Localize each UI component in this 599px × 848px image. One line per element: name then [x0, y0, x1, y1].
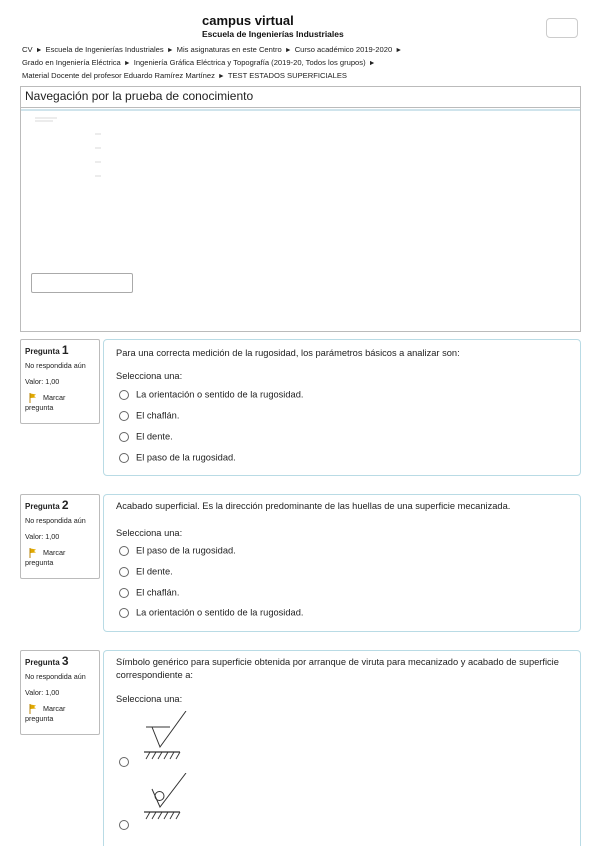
flag-icon [29, 704, 36, 714]
answer-option[interactable] [119, 754, 136, 768]
question-state: No respondida aún [25, 361, 86, 370]
flag-question-link[interactable]: Marcar pregunta [25, 393, 95, 413]
breadcrumb-separator-icon: ► [395, 47, 403, 54]
radio-button[interactable] [119, 389, 129, 400]
question-number: Pregunta 3 [25, 654, 69, 668]
answer-option[interactable] [119, 817, 136, 831]
answer-option[interactable]: El paso de la rugosidad. [119, 450, 236, 464]
radio-button[interactable] [119, 545, 129, 556]
answer-option[interactable]: El dente. [119, 564, 173, 578]
flag-question-link[interactable]: Marcar pregunta [25, 548, 95, 568]
question-info: Pregunta 2 No respondida aún Valor: 1,00… [20, 494, 100, 579]
divider [21, 109, 580, 111]
radio-button[interactable] [119, 410, 129, 421]
breadcrumb-link[interactable]: Grado en Ingeniería Eléctrica [22, 58, 121, 67]
select-prompt: Selecciona una: [116, 694, 183, 704]
finish-attempt-button[interactable] [31, 273, 133, 293]
answer-option[interactable]: La orientación o sentido de la rugosidad… [119, 605, 303, 619]
question-state: No respondida aún [25, 516, 86, 525]
question-grade: Valor: 1,00 [25, 377, 60, 386]
header-button[interactable] [546, 18, 578, 38]
quiz-navigation-title: Navegación por la prueba de conocimiento [25, 89, 254, 103]
question-info: Pregunta 3 No respondida aún Valor: 1,00… [20, 650, 100, 735]
quiz-navigation-block: Navegación por la prueba de conocimiento [20, 86, 581, 332]
radio-button[interactable] [119, 819, 129, 830]
breadcrumb-link[interactable]: CV [22, 45, 33, 54]
surface-symbol-machined-icon [144, 711, 187, 760]
question-state: No respondida aún [25, 672, 86, 681]
select-prompt: Selecciona una: [116, 528, 183, 538]
radio-button[interactable] [119, 452, 129, 463]
answer-option[interactable]: El paso de la rugosidad. [119, 543, 236, 557]
radio-button[interactable] [119, 566, 129, 577]
flag-question-link[interactable]: Marcar pregunta [25, 704, 95, 724]
question-text: Símbolo genérico para superficie obtenid… [116, 657, 559, 680]
breadcrumb-separator-icon: ► [123, 60, 131, 67]
question-number: Pregunta 1 [25, 343, 69, 357]
flag-icon [29, 548, 36, 558]
question-content: Acabado superficial. Es la dirección pre… [103, 494, 581, 632]
breadcrumb-separator-icon: ► [217, 73, 225, 80]
answer-option[interactable]: La orientación o sentido de la rugosidad… [119, 387, 303, 401]
site-title: campus virtual [202, 13, 294, 28]
answer-option[interactable]: El chaflán. [119, 408, 179, 422]
radio-button[interactable] [119, 431, 129, 442]
breadcrumb-link[interactable]: Escuela de Ingenierías Industriales [46, 45, 164, 54]
question-number: Pregunta 2 [25, 498, 69, 512]
flag-icon [29, 393, 36, 403]
question-grade: Valor: 1,00 [25, 688, 60, 697]
breadcrumb: CV ► Escuela de Ingenierías Industriales ► M… [22, 44, 492, 83]
breadcrumb-current[interactable]: TEST ESTADOS SUPERFICIALES [228, 71, 347, 80]
breadcrumb-separator-icon: ► [35, 47, 43, 54]
answer-option[interactable]: El chaflán. [119, 585, 179, 599]
question-content: Símbolo genérico para superficie obtenid… [103, 650, 581, 846]
breadcrumb-separator-icon: ► [284, 47, 292, 54]
breadcrumb-link[interactable]: Curso académico 2019-2020 [295, 45, 393, 54]
question-text: Acabado superficial. Es la dirección pre… [116, 501, 511, 511]
answer-option[interactable]: El dente. [119, 429, 173, 443]
divider [21, 107, 580, 108]
radio-button[interactable] [119, 587, 129, 598]
breadcrumb-link[interactable]: Mis asignaturas en este Centro [177, 45, 282, 54]
question-text: Para una correcta medición de la rugosid… [116, 348, 460, 358]
site-subtitle: Escuela de Ingenierías Industriales [202, 29, 344, 39]
question-content: Para una correcta medición de la rugosid… [103, 339, 581, 476]
breadcrumb-separator-icon: ► [166, 47, 174, 54]
surface-symbol-no-removal-icon [144, 773, 187, 820]
question-grade: Valor: 1,00 [25, 532, 60, 541]
breadcrumb-link[interactable]: Ingeniería Gráfica Eléctrica y Topografí… [134, 58, 366, 67]
radio-button[interactable] [119, 607, 129, 618]
question-info: Pregunta 1 No respondida aún Valor: 1,00… [20, 339, 100, 424]
breadcrumb-separator-icon: ► [368, 60, 376, 67]
radio-button[interactable] [119, 756, 129, 767]
select-prompt: Selecciona una: [116, 371, 183, 381]
navigation-buttons-faded [35, 115, 115, 185]
breadcrumb-link[interactable]: Material Docente del profesor Eduardo Ra… [22, 71, 215, 80]
